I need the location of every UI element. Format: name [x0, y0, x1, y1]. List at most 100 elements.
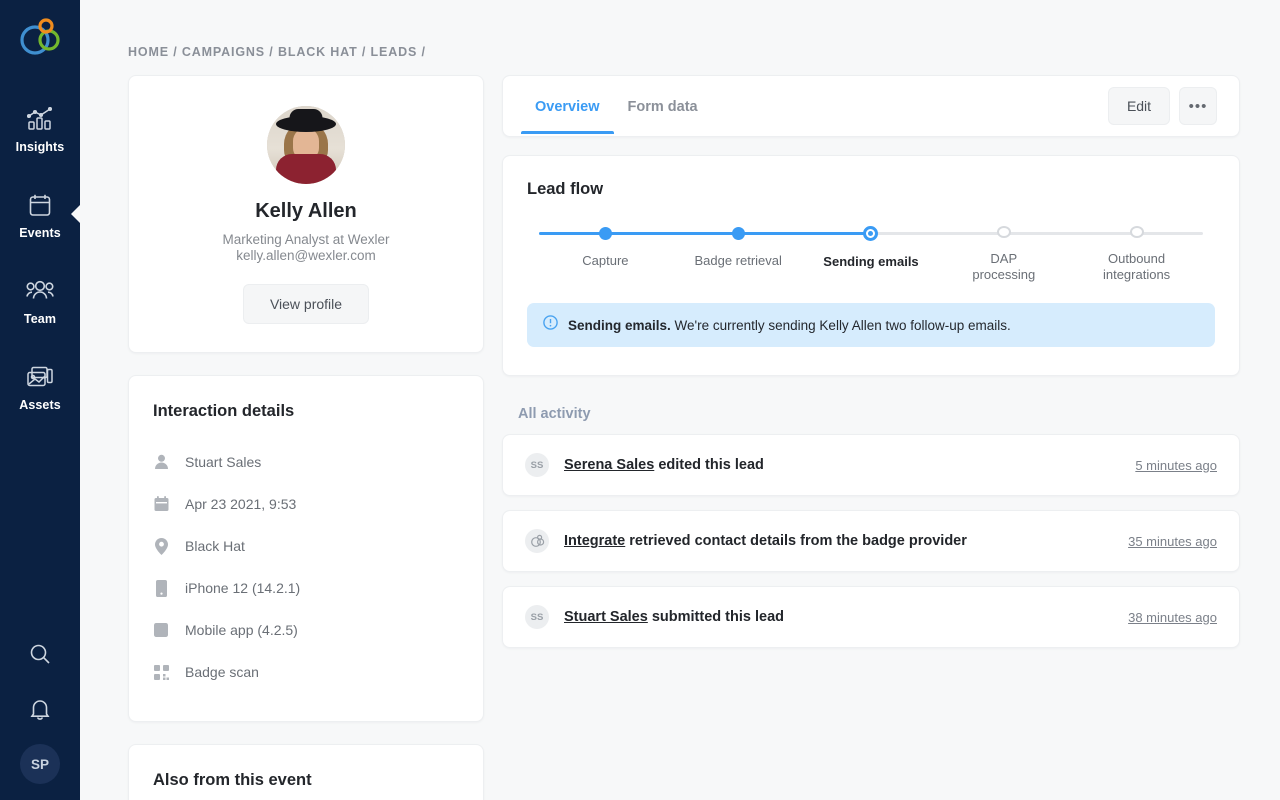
phone-icon: [153, 579, 169, 597]
integrate-logo-icon: [525, 529, 549, 553]
activity-row[interactable]: SS Serena Sales edited this lead 5 minut…: [502, 434, 1240, 496]
sidebar-item-events[interactable]: Events: [0, 179, 80, 249]
detail-text: Badge scan: [185, 664, 259, 680]
tabs-actions: Edit •••: [1108, 87, 1217, 125]
detail-row: Stuart Sales: [153, 441, 459, 483]
lead-flow-title: Lead flow: [527, 180, 604, 198]
insights-icon: [27, 104, 53, 134]
flow-step-dap-processing[interactable]: DAP processing: [937, 221, 1070, 283]
detail-text: Black Hat: [185, 538, 245, 554]
breadcrumb[interactable]: HOME / CAMPAIGNS / BLACK HAT / LEADS /: [128, 0, 1240, 75]
status-banner-text: Sending emails. We're currently sending …: [568, 318, 1011, 333]
sidebar: Insights Events Team Assets SP: [0, 0, 80, 800]
sidebar-nav: Insights Events Team Assets: [0, 93, 80, 437]
sidebar-item-team[interactable]: Team: [0, 265, 80, 335]
sidebar-item-label: Assets: [19, 398, 61, 412]
qr-code-icon: [153, 664, 169, 680]
user-avatar[interactable]: SP: [20, 744, 60, 784]
active-indicator: [71, 205, 80, 223]
detail-text: Mobile app (4.2.5): [185, 622, 298, 638]
step-label: Badge retrieval: [694, 253, 782, 268]
flow-step-sending-emails[interactable]: Sending emails: [805, 221, 938, 283]
activity-timestamp[interactable]: 35 minutes ago: [1128, 534, 1217, 549]
flow-step-badge-retrieval[interactable]: Badge retrieval: [672, 221, 805, 283]
activity-title: All activity: [518, 406, 591, 422]
view-profile-button[interactable]: View profile: [242, 284, 370, 324]
location-pin-icon: [153, 537, 169, 555]
calendar-icon: [28, 190, 52, 220]
also-from-event-card: Also from this event Dale Cooper Simon S…: [128, 744, 484, 800]
activity-text: Integrate retrieved contact details from…: [564, 533, 967, 549]
profile-email: kelly.allen@wexler.com: [236, 248, 376, 263]
content-columns: Kelly Allen Marketing Analyst at Wexler …: [128, 75, 1240, 800]
calendar-icon: [153, 496, 169, 512]
progress-steps: Capture Badge retrieval Sending emails D…: [539, 221, 1203, 283]
step-marker-current: [863, 226, 879, 241]
activity-text: Stuart Sales submitted this lead: [564, 609, 784, 625]
sidebar-item-assets[interactable]: Assets: [0, 351, 80, 421]
activity-actor[interactable]: Stuart Sales: [564, 609, 648, 625]
app-logo[interactable]: [18, 16, 62, 63]
detail-text: Apr 23 2021, 9:53: [185, 496, 297, 512]
activity-row[interactable]: SS Stuart Sales submitted this lead 38 m…: [502, 586, 1240, 648]
interaction-details-card: Interaction details Stuart Sales Apr 23 …: [128, 375, 484, 722]
detail-row: Badge scan: [153, 651, 459, 693]
avatar: SS: [525, 453, 549, 477]
profile-name: Kelly Allen: [255, 200, 357, 222]
interaction-details-title: Interaction details: [153, 402, 295, 420]
search-icon[interactable]: [18, 632, 62, 676]
flow-step-capture[interactable]: Capture: [539, 221, 672, 283]
edit-button[interactable]: Edit: [1108, 87, 1170, 125]
activity-action: edited this lead: [654, 457, 764, 473]
profile-role: Marketing Analyst at Wexler: [222, 232, 390, 247]
sidebar-bottom: SP: [0, 632, 80, 800]
detail-row: Mobile app (4.2.5): [153, 609, 459, 651]
activity-text: Serena Sales edited this lead: [564, 457, 764, 473]
detail-row: Apr 23 2021, 9:53: [153, 483, 459, 525]
sidebar-item-label: Events: [19, 226, 61, 240]
tabs-bar: Overview Form data Edit •••: [502, 75, 1240, 137]
info-circle-icon: [543, 315, 558, 335]
step-label: Outbound integrations: [1102, 251, 1171, 282]
right-column: Overview Form data Edit ••• Lead flow Ca…: [502, 75, 1240, 662]
tab-form-data[interactable]: Form data: [614, 79, 712, 134]
sidebar-item-insights[interactable]: Insights: [0, 93, 80, 163]
activity-actor[interactable]: Integrate: [564, 533, 625, 549]
activity-actor[interactable]: Serena Sales: [564, 457, 654, 473]
step-marker: [598, 227, 612, 240]
step-marker: [996, 226, 1011, 238]
detail-row: iPhone 12 (14.2.1): [153, 567, 459, 609]
activity-timestamp[interactable]: 38 minutes ago: [1128, 610, 1217, 625]
avatar: SS: [525, 605, 549, 629]
step-label: DAP processing: [972, 251, 1036, 282]
app-root: Insights Events Team Assets SP HOME / CA…: [0, 0, 1280, 800]
status-banner: Sending emails. We're currently sending …: [527, 303, 1215, 347]
more-options-button[interactable]: •••: [1179, 87, 1217, 125]
status-banner-detail: We're currently sending Kelly Allen two …: [670, 317, 1011, 333]
lead-flow-progress: Capture Badge retrieval Sending emails D…: [539, 221, 1203, 283]
detail-row: Black Hat: [153, 525, 459, 567]
profile-photo: [267, 106, 345, 184]
mobile-app-icon: [153, 623, 169, 637]
step-marker: [731, 227, 745, 240]
step-label: Capture: [582, 253, 629, 268]
flow-step-outbound-integrations[interactable]: Outbound integrations: [1070, 221, 1203, 283]
status-banner-bold: Sending emails.: [568, 317, 671, 333]
bell-icon[interactable]: [18, 688, 62, 732]
detail-text: iPhone 12 (14.2.1): [185, 580, 301, 596]
sidebar-item-label: Insights: [15, 140, 65, 154]
activity-action: retrieved contact details from the badge…: [625, 533, 967, 549]
activity-row[interactable]: Integrate retrieved contact details from…: [502, 510, 1240, 572]
person-icon: [153, 454, 169, 470]
detail-text: Stuart Sales: [185, 454, 262, 470]
activity-timestamp[interactable]: 5 minutes ago: [1135, 458, 1217, 473]
sidebar-item-label: Team: [23, 312, 57, 326]
left-column: Kelly Allen Marketing Analyst at Wexler …: [128, 75, 484, 800]
team-icon: [26, 276, 54, 306]
step-marker: [1129, 226, 1144, 238]
profile-card: Kelly Allen Marketing Analyst at Wexler …: [128, 75, 484, 353]
activity-action: submitted this lead: [647, 609, 784, 625]
tab-overview[interactable]: Overview: [521, 79, 614, 134]
also-from-event-title: Also from this event: [153, 771, 312, 789]
main-content: HOME / CAMPAIGNS / BLACK HAT / LEADS / K…: [80, 0, 1280, 800]
